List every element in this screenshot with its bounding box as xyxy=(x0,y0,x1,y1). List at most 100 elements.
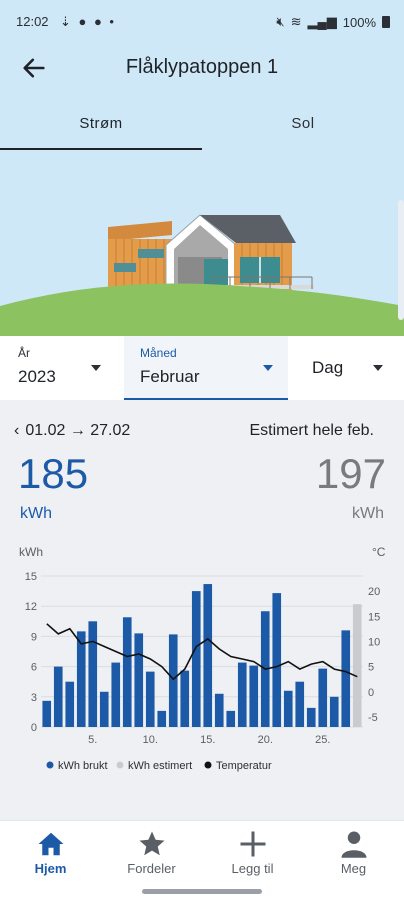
chevron-left-icon[interactable]: ‹ xyxy=(14,422,19,439)
bar-kwh-brukt xyxy=(180,670,190,727)
y-tick-label: 15 xyxy=(25,571,37,583)
y-axis-unit-left: kWh xyxy=(19,545,43,559)
bar-kwh-brukt xyxy=(214,693,224,727)
grass-hill xyxy=(0,283,404,336)
consumption-chart: kWh °C 0 3 6 9 12 15 -5 0 5 10 15 20 5. 10. 15. 20. 25. kWh… xyxy=(19,545,386,772)
person-icon xyxy=(341,831,367,858)
year-dropdown[interactable]: År 2023 xyxy=(0,336,116,400)
bar-kwh-brukt xyxy=(237,662,247,727)
signal-icon: ▂▄▆ xyxy=(307,14,337,29)
legend-label: Temperatur xyxy=(216,760,272,772)
nav-meg[interactable]: Meg xyxy=(303,821,404,891)
y-axis-unit-right: °C xyxy=(372,545,386,559)
bar-kwh-brukt xyxy=(42,700,52,727)
x-tick-label: 15. xyxy=(200,734,215,746)
bar-kwh-brukt xyxy=(191,591,201,727)
period-selectors: År 2023 Måned Februar Dag xyxy=(0,336,404,400)
app-bar: Flåklypatoppen 1 xyxy=(0,44,404,92)
bar-kwh-brukt xyxy=(329,696,339,727)
y-tick-label: 6 xyxy=(31,662,37,674)
y-tick-label: 3 xyxy=(31,692,37,704)
bar-kwh-brukt xyxy=(157,710,167,727)
chevron-down-icon xyxy=(373,365,383,371)
nav-fordeler[interactable]: Fordeler xyxy=(101,821,202,891)
estimate-kwh-unit: kWh xyxy=(352,505,384,522)
bar-kwh-brukt xyxy=(318,668,328,727)
day-dropdown[interactable]: Dag xyxy=(296,336,404,400)
bar-kwh-brukt xyxy=(65,681,75,727)
bar-kwh-brukt xyxy=(76,631,86,727)
bar-kwh-estimert xyxy=(352,604,362,727)
notification-icons: ⇣ ● ● • xyxy=(60,14,116,29)
status-bar: 12:02 ⇣ ● ● • 🔇︎ ≋ ▂▄▆ 100% xyxy=(0,0,404,44)
bar-kwh-brukt xyxy=(134,633,144,727)
home-icon xyxy=(38,832,64,856)
period-range[interactable]: ‹ 01.02 → 27.02 xyxy=(14,422,130,440)
nav-legg-til[interactable]: Legg til xyxy=(202,821,303,891)
nav-label-legg-til: Legg til xyxy=(231,861,274,876)
consumption-summary: ‹ 01.02 → 27.02 Estimert hele feb. 185 kW… xyxy=(0,400,404,530)
nav-label-meg: Meg xyxy=(340,861,367,876)
period-text: 01.02 → 27.02 xyxy=(25,422,131,439)
bottom-navigation: Hjem Fordeler Legg til Meg xyxy=(0,820,404,900)
estimate-label: Estimert hele feb. xyxy=(249,422,375,439)
bar-kwh-brukt xyxy=(145,671,155,727)
year-label: År xyxy=(18,346,30,360)
bar-kwh-brukt xyxy=(168,634,178,727)
gesture-bar xyxy=(142,889,262,894)
bar-kwh-brukt xyxy=(99,691,109,727)
month-value: Februar xyxy=(140,367,200,386)
plus-icon xyxy=(240,831,266,857)
month-dropdown[interactable]: Måned Februar xyxy=(124,336,288,400)
x-tick-label: 5. xyxy=(88,734,97,746)
star-icon xyxy=(139,831,165,856)
bar-kwh-brukt xyxy=(295,681,305,727)
tab-sol[interactable]: Sol xyxy=(202,108,404,152)
legend-marker xyxy=(116,761,124,769)
y2-tick-label: -5 xyxy=(368,712,378,724)
nav-hjem[interactable]: Hjem xyxy=(0,821,101,891)
status-right: 🔇︎ ≋ ▂▄▆ 100% xyxy=(276,14,390,30)
battery-icon xyxy=(382,16,390,28)
y-tick-label: 9 xyxy=(31,631,37,643)
y-tick-label: 12 xyxy=(25,601,37,613)
y2-tick-label: 10 xyxy=(368,636,380,648)
bar-kwh-brukt xyxy=(341,630,351,727)
y-tick-label: 0 xyxy=(31,722,37,734)
tab-strom[interactable]: Strøm xyxy=(0,108,202,152)
bar-kwh-brukt xyxy=(203,584,213,727)
bar-kwh-brukt xyxy=(306,707,316,727)
tab-underline xyxy=(0,148,202,150)
y2-tick-label: 15 xyxy=(368,611,380,623)
y2-tick-label: 0 xyxy=(368,687,374,699)
year-value: 2023 xyxy=(18,367,56,386)
bar-kwh-brukt xyxy=(249,665,259,727)
bar-kwh-brukt xyxy=(272,593,282,727)
used-kwh-value: 185 xyxy=(18,450,89,497)
day-value: Dag xyxy=(312,358,344,377)
legend-label: kWh estimert xyxy=(128,760,192,772)
x-tick-label: 10. xyxy=(143,734,158,746)
chevron-down-icon xyxy=(263,365,273,371)
bar-kwh-brukt xyxy=(111,662,121,727)
bar-kwh-brukt xyxy=(53,666,63,727)
x-tick-label: 20. xyxy=(258,734,273,746)
bar-kwh-brukt xyxy=(88,621,98,727)
y2-tick-label: 20 xyxy=(368,586,380,598)
status-time: 12:02 xyxy=(16,14,49,29)
month-label: Måned xyxy=(140,346,177,360)
nav-label-fordeler: Fordeler xyxy=(127,861,176,876)
legend-marker xyxy=(46,761,54,769)
bar-kwh-brukt xyxy=(283,690,293,727)
x-tick-label: 25. xyxy=(315,734,330,746)
tab-bar: Strøm Sol xyxy=(0,108,404,152)
battery-percent: 100% xyxy=(342,14,376,30)
chevron-down-icon xyxy=(91,365,101,371)
legend-marker xyxy=(204,761,212,769)
page-title: Flåklypatoppen 1 xyxy=(125,56,279,78)
nav-label-hjem: Hjem xyxy=(34,861,67,876)
used-kwh-unit: kWh xyxy=(20,505,52,522)
estimate-kwh-value: 197 xyxy=(315,450,386,497)
legend-label: kWh brukt xyxy=(58,760,108,772)
wifi-icon: ≋ xyxy=(290,14,302,29)
